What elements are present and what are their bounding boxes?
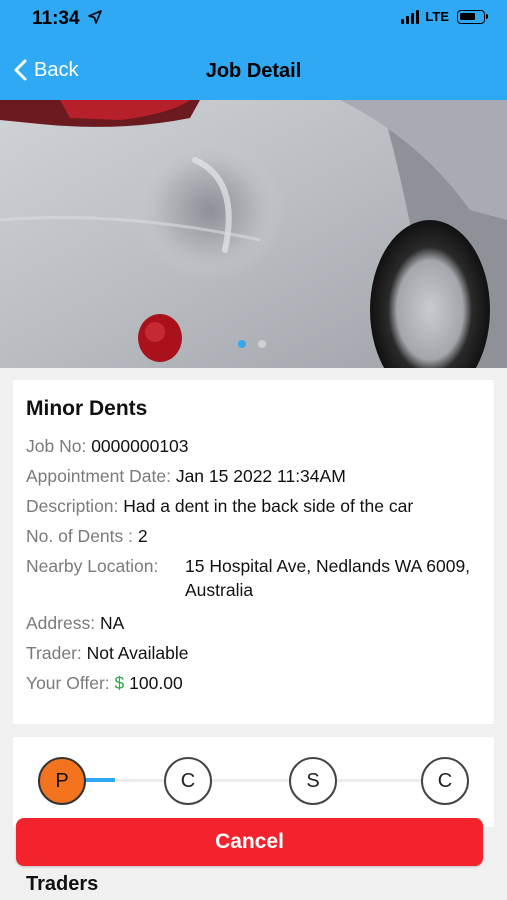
location-arrow-icon (88, 10, 102, 24)
appointment-label: Appointment Date: (26, 466, 171, 486)
traders-heading: Traders (26, 873, 99, 895)
navigation-bar: Back Job Detail (0, 44, 507, 100)
offer-label: Your Offer: (26, 673, 110, 693)
dented-car-photo (0, 100, 507, 368)
dents-label: No. of Dents : (26, 526, 133, 546)
signal-icon (401, 9, 420, 24)
status-bar: 11:34 LTE (0, 0, 507, 44)
network-type: LTE (425, 9, 449, 24)
offer-amount: 100.00 (129, 673, 183, 693)
description-row: Description: Had a dent in the back side… (26, 494, 413, 518)
trader-row: Trader: Not Available (26, 641, 188, 665)
status-indicators: LTE (401, 9, 488, 24)
appointment-value: Jan 15 2022 11:34AM (175, 466, 346, 486)
appointment-row: Appointment Date: Jan 15 2022 11:34AM (26, 464, 346, 488)
cancel-button[interactable]: Cancel (16, 818, 483, 866)
step-letter: C (180, 769, 196, 792)
step-letter: S (306, 769, 320, 792)
step-letter: P (55, 769, 69, 792)
location-label: Nearby Location: (26, 556, 159, 576)
address-value: NA (99, 613, 125, 633)
step-confirmed[interactable]: C (164, 757, 212, 805)
description-label: Description: (26, 496, 119, 516)
address-row: Address: NA (26, 611, 124, 635)
stepper-track (73, 779, 443, 782)
offer-row: Your Offer: $ 100.00 (26, 671, 183, 695)
page-title: Job Detail (205, 60, 302, 82)
location-value: 15 Hospital Ave, Nedlands WA 6009, Austr… (185, 556, 471, 600)
step-completed[interactable]: C (421, 757, 469, 805)
carousel-dot[interactable] (238, 340, 246, 348)
step-posted[interactable]: P (38, 757, 86, 805)
trader-value: Not Available (86, 643, 189, 663)
carousel-dot[interactable] (258, 340, 266, 348)
step-letter: C (437, 769, 453, 792)
carousel-pager (238, 340, 266, 348)
job-number-row: Job No: 0000000103 (26, 434, 189, 458)
step-started[interactable]: S (289, 757, 337, 805)
address-label: Address: (26, 613, 96, 633)
battery-icon (457, 9, 488, 24)
job-detail-card: Minor Dents Job No: 0000000103 Appointme… (13, 380, 494, 724)
job-title: Minor Dents (26, 397, 148, 420)
trader-label: Trader: (26, 643, 82, 663)
status-time: 11:34 (32, 8, 80, 29)
job-photo-carousel[interactable] (0, 100, 507, 368)
job-status-stepper: P C S C (13, 737, 494, 827)
description-value: Had a dent in the back side of the car (123, 496, 414, 516)
dents-row: No. of Dents : 2 (26, 524, 148, 548)
job-number-value: 0000000103 (91, 436, 189, 456)
job-number-label: Job No: (26, 436, 87, 456)
dents-value: 2 (137, 526, 148, 546)
offer-currency: $ (114, 673, 125, 693)
